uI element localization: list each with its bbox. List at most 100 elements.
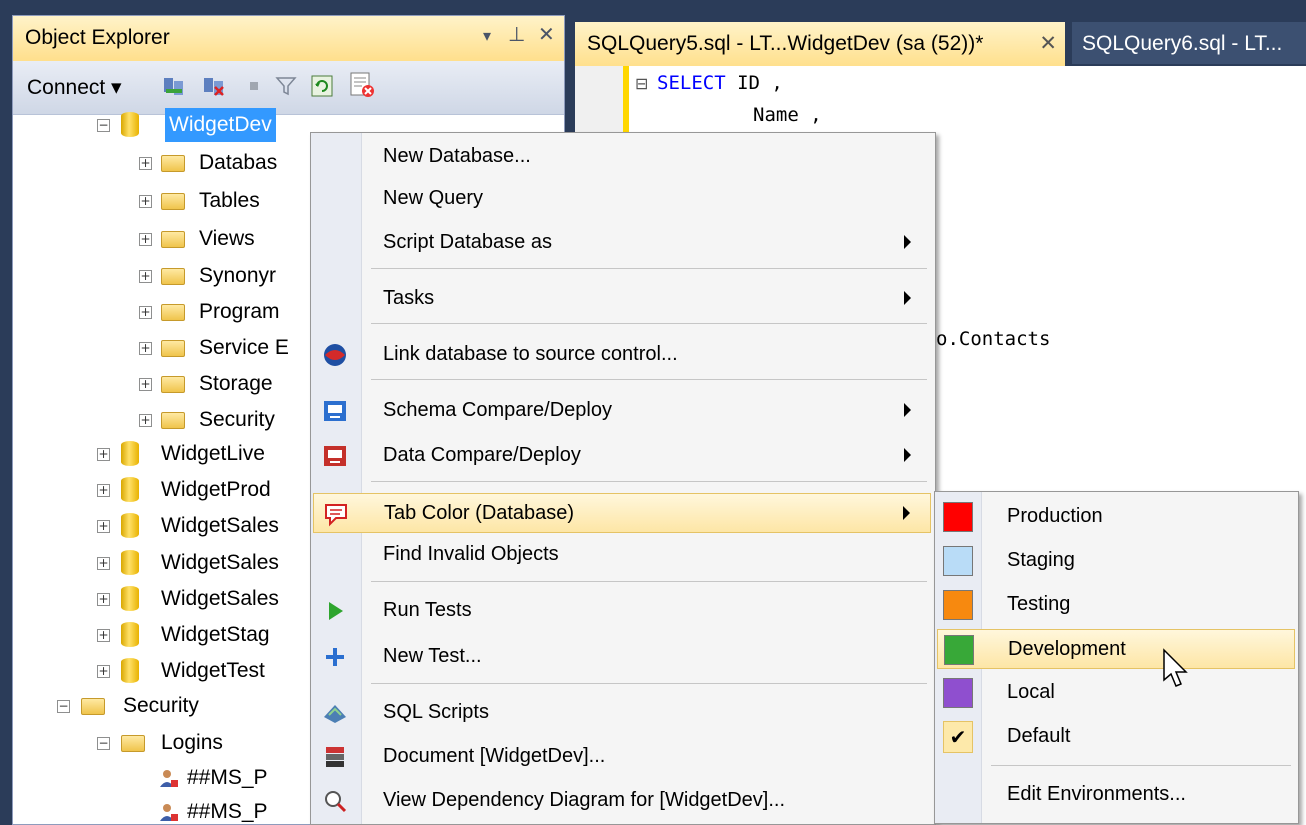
database-icon [121, 658, 139, 683]
folder-icon [161, 340, 185, 357]
dropdown-icon[interactable]: ▾ [483, 26, 491, 46]
menu-item-label: Link database to source control... [383, 343, 678, 365]
tree-node-label: Logins [161, 731, 223, 754]
staging-color-swatch [943, 546, 973, 576]
menu-item-new-database[interactable]: New Database... [313, 137, 931, 177]
close-tab-icon[interactable]: ✕ [1039, 31, 1057, 56]
submenu-item-label: Development [1008, 638, 1126, 660]
menu-item-link-source-control[interactable]: Link database to source control... [313, 335, 931, 375]
menu-item-new-query[interactable]: New Query [313, 179, 931, 219]
expand-icon[interactable]: + [139, 378, 152, 391]
folder-icon [161, 304, 185, 321]
database-context-menu: New Database... New Query Script Database … [310, 132, 936, 825]
menu-item-label: New Query [383, 187, 484, 209]
object-explorer-title: Object Explorer [25, 26, 170, 49]
refresh-icon[interactable] [311, 75, 333, 97]
menu-item-label: Tasks [383, 287, 435, 309]
menu-item-tab-color[interactable]: Tab Color (Database) [313, 493, 931, 533]
menu-item-label: Run Tests [383, 599, 472, 621]
menu-separator [371, 268, 927, 269]
expand-icon[interactable]: + [139, 414, 152, 427]
menu-item-tasks[interactable]: Tasks [313, 279, 931, 319]
expand-icon[interactable]: + [97, 593, 110, 606]
tree-node-label: WidgetSales [161, 587, 279, 610]
menu-item-data-compare[interactable]: Data Compare/Deploy [313, 436, 931, 476]
activity-monitor-icon[interactable] [348, 71, 376, 99]
code-line-2: Name , [753, 104, 822, 126]
submenu-item-label: Production [1007, 505, 1103, 527]
menu-item-sql-scripts[interactable]: SQL Scripts [313, 693, 931, 733]
expand-icon[interactable]: + [97, 484, 110, 497]
submenu-item-local[interactable]: Local [937, 673, 1295, 713]
expand-icon[interactable]: + [97, 665, 110, 678]
menu-item-label: Data Compare/Deploy [383, 444, 581, 466]
submenu-item-label: Default [1007, 725, 1071, 747]
menu-separator [371, 323, 927, 324]
folder-icon [161, 268, 185, 285]
stop-icon[interactable] [243, 75, 265, 97]
tree-node-label: Tables [199, 189, 260, 212]
menu-item-dependency-diagram[interactable]: View Dependency Diagram for [WidgetDev].… [313, 781, 931, 821]
expand-icon[interactable]: + [139, 157, 152, 170]
filter-icon[interactable] [275, 75, 297, 97]
object-explorer-toolbar: Connect ▾ [13, 61, 564, 115]
database-icon [121, 513, 139, 538]
menu-item-schema-compare[interactable]: Schema Compare/Deploy [313, 391, 931, 431]
production-color-swatch [943, 502, 973, 532]
menu-item-label: Script Database as [383, 231, 552, 253]
pin-icon[interactable]: ⊥ [508, 22, 525, 47]
folder-icon [161, 155, 185, 172]
collapse-icon[interactable]: − [97, 737, 110, 750]
menu-item-document[interactable]: Document [WidgetDev]... [313, 737, 931, 777]
expand-icon[interactable]: + [139, 195, 152, 208]
expand-icon[interactable]: + [97, 557, 110, 570]
menu-item-new-test[interactable]: New Test... [313, 637, 931, 677]
tree-node-label: WidgetProd [161, 478, 271, 501]
disconnect-server-icon[interactable] [203, 75, 225, 97]
expand-icon[interactable]: + [139, 270, 152, 283]
expand-icon[interactable]: + [139, 306, 152, 319]
menu-item-find-invalid-objects[interactable]: Find Invalid Objects [313, 535, 931, 575]
close-icon[interactable]: ✕ [538, 22, 555, 47]
submenu-item-testing[interactable]: Testing [937, 585, 1295, 625]
tree-node-label: ##MS_P [187, 800, 268, 823]
submenu-item-label: Testing [1007, 593, 1071, 615]
testing-color-swatch [943, 590, 973, 620]
expand-icon[interactable]: + [97, 448, 110, 461]
folder-icon [161, 193, 185, 210]
menu-separator [371, 683, 927, 684]
connect-button[interactable]: Connect ▾ [27, 75, 122, 100]
folder-icon [161, 231, 185, 248]
checkmark-icon: ✔ [943, 721, 973, 753]
menu-item-label: New Test... [383, 645, 482, 667]
menu-item-script-database-as[interactable]: Script Database as [313, 223, 931, 263]
expand-icon[interactable]: + [139, 233, 152, 246]
mouse-cursor-icon [1163, 648, 1188, 687]
folder-icon [161, 376, 185, 393]
tree-node-label: Security [123, 694, 199, 717]
menu-item-label: View Dependency Diagram for [WidgetDev].… [383, 789, 786, 811]
expand-icon[interactable]: + [139, 342, 152, 355]
submenu-item-development[interactable]: Development [937, 629, 1295, 669]
tree-node-label: Views [199, 227, 255, 250]
tab-sqlquery5[interactable]: SQLQuery5.sql - LT...WidgetDev (sa (52))… [575, 22, 1065, 66]
folder-icon [81, 698, 105, 715]
play-icon [329, 602, 343, 620]
tab-sqlquery5-label: SQLQuery5.sql - LT...WidgetDev (sa (52))… [587, 32, 984, 55]
collapse-icon[interactable]: − [57, 700, 70, 713]
submenu-item-edit-environments[interactable]: Edit Environments... [937, 775, 1295, 815]
submenu-item-production[interactable]: Production [937, 497, 1295, 537]
tab-sqlquery6[interactable]: SQLQuery6.sql - LT... [1072, 22, 1306, 64]
expand-icon[interactable]: + [97, 629, 110, 642]
submenu-item-staging[interactable]: Staging [937, 541, 1295, 581]
tree-node-label: Synonyr [199, 264, 277, 287]
collapse-icon[interactable]: ⊟ [635, 74, 648, 93]
menu-item-run-tests[interactable]: Run Tests [313, 591, 931, 631]
submenu-arrow-icon [904, 403, 911, 417]
submenu-item-default[interactable]: ✔ Default [937, 717, 1295, 757]
database-icon [121, 550, 139, 575]
collapse-icon[interactable]: − [97, 119, 110, 132]
expand-icon[interactable]: + [97, 520, 110, 533]
code-line-1: SELECT ID , [657, 72, 783, 94]
connect-server-icon[interactable] [163, 75, 185, 97]
